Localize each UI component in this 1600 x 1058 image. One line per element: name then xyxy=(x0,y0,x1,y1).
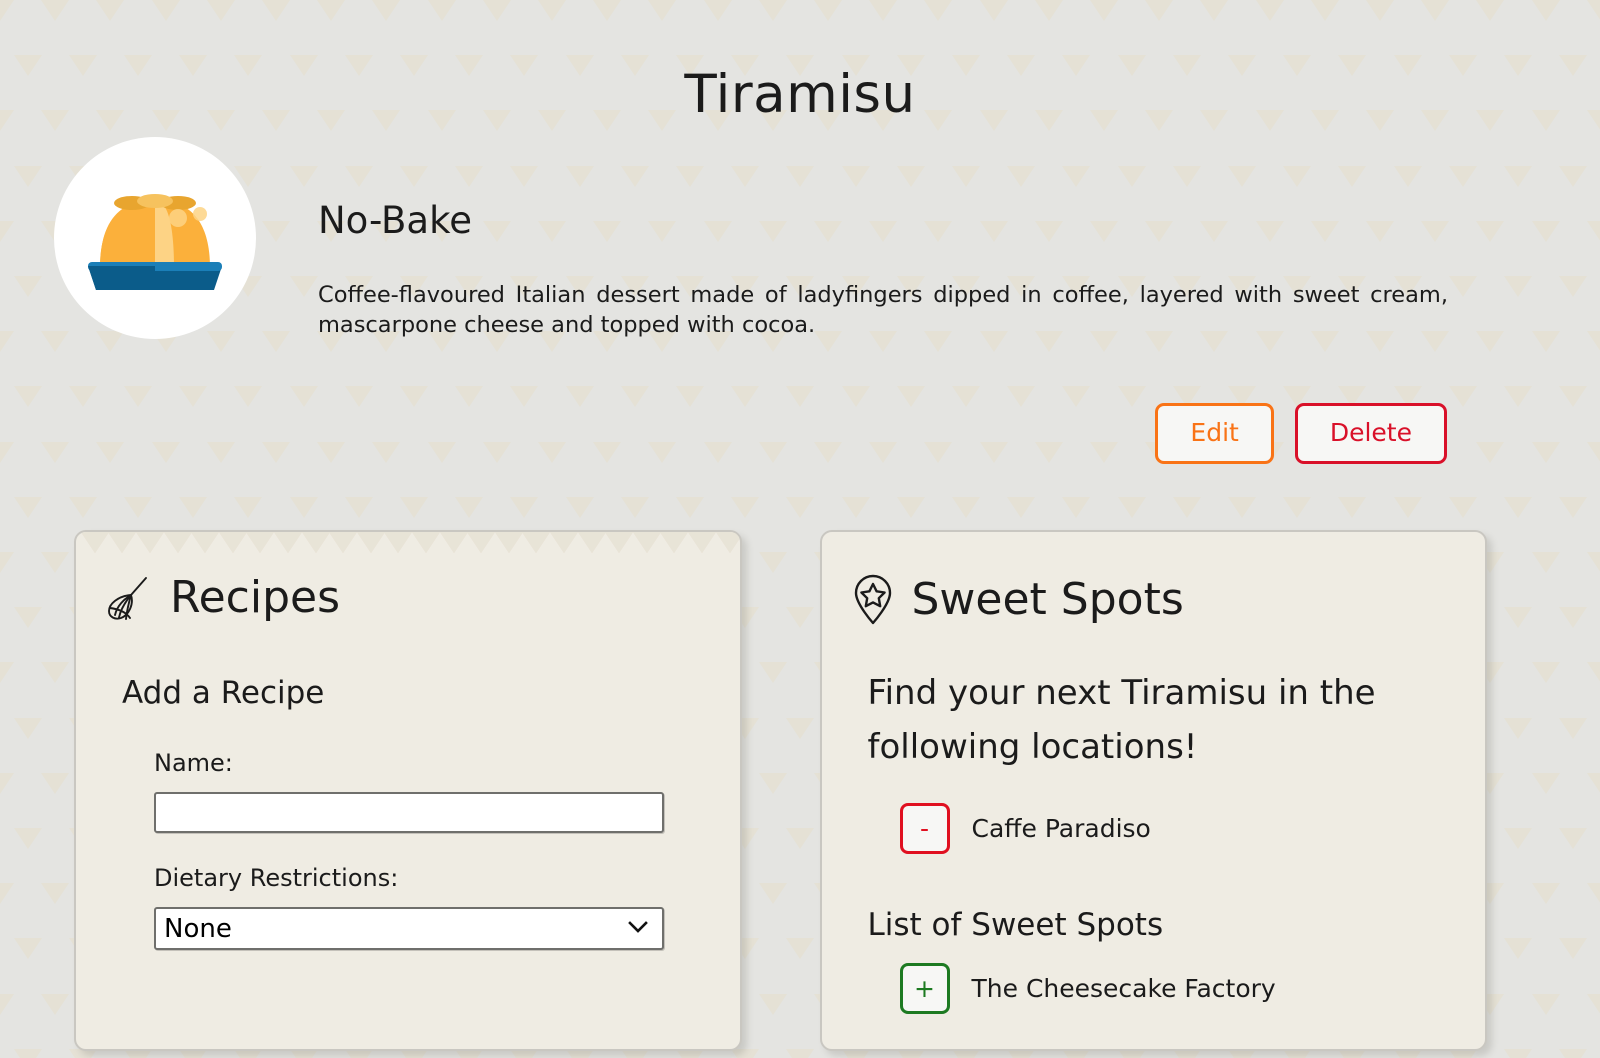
dietary-restrictions-label: Dietary Restrictions: xyxy=(154,864,399,892)
panels-container: Recipes Add a Recipe Name: Dietary Restr… xyxy=(0,464,1600,1051)
app-page: Tiramisu No-Bake Coffee-flavoured Italia… xyxy=(0,0,1600,1058)
dessert-subtitle: No-Bake xyxy=(318,199,472,242)
sweet-spots-panel-title: Sweet Spots xyxy=(852,574,1456,626)
map-pin-star-icon xyxy=(852,574,894,626)
edit-button[interactable]: Edit xyxy=(1155,403,1274,464)
add-recipe-form: Name: Dietary Restrictions: None xyxy=(154,749,710,950)
sweet-spots-lead: Find your next Tiramisu in the following… xyxy=(867,673,1376,768)
list-of-sweet-spots-heading: List of Sweet Spots xyxy=(867,906,1164,943)
recipe-name-label: Name: xyxy=(154,749,233,777)
add-recipe-heading: Add a Recipe xyxy=(122,675,325,711)
whisk-icon xyxy=(106,574,152,622)
available-spot-row: + The Cheesecake Factory xyxy=(899,962,1456,1014)
recipes-panel-title: Recipes xyxy=(106,574,710,622)
selected-spot-name: Caffe Paradiso xyxy=(971,813,1151,843)
hero-section: No-Bake Coffee-flavoured Italian dessert… xyxy=(0,127,1600,357)
pudding-icon xyxy=(80,178,230,298)
sweet-spots-panel: Sweet Spots Find your next Tiramisu in t… xyxy=(819,530,1487,1051)
add-spot-button[interactable]: + xyxy=(899,962,950,1014)
dessert-avatar xyxy=(54,137,256,339)
recipes-panel: Recipes Add a Recipe Name: Dietary Restr… xyxy=(74,530,742,1051)
remove-spot-button[interactable]: - xyxy=(899,802,950,854)
sweet-spots-panel-title-text: Sweet Spots xyxy=(911,574,1184,625)
header-actions: Edit Delete xyxy=(0,357,1600,464)
selected-spot-row: - Caffe Paradiso xyxy=(899,802,1456,854)
recipe-name-input[interactable] xyxy=(154,792,664,833)
dietary-restrictions-select[interactable]: None xyxy=(154,907,664,950)
dessert-description: Coffee-flavoured Italian dessert made of… xyxy=(318,281,1448,338)
recipes-panel-title-text: Recipes xyxy=(170,572,341,623)
page-title: Tiramisu xyxy=(684,64,916,125)
delete-button[interactable]: Delete xyxy=(1294,403,1447,464)
available-spot-name: The Cheesecake Factory xyxy=(971,973,1276,1003)
dessert-header: Tiramisu No-Bake Coffee-flavoured Italia… xyxy=(0,0,1600,464)
